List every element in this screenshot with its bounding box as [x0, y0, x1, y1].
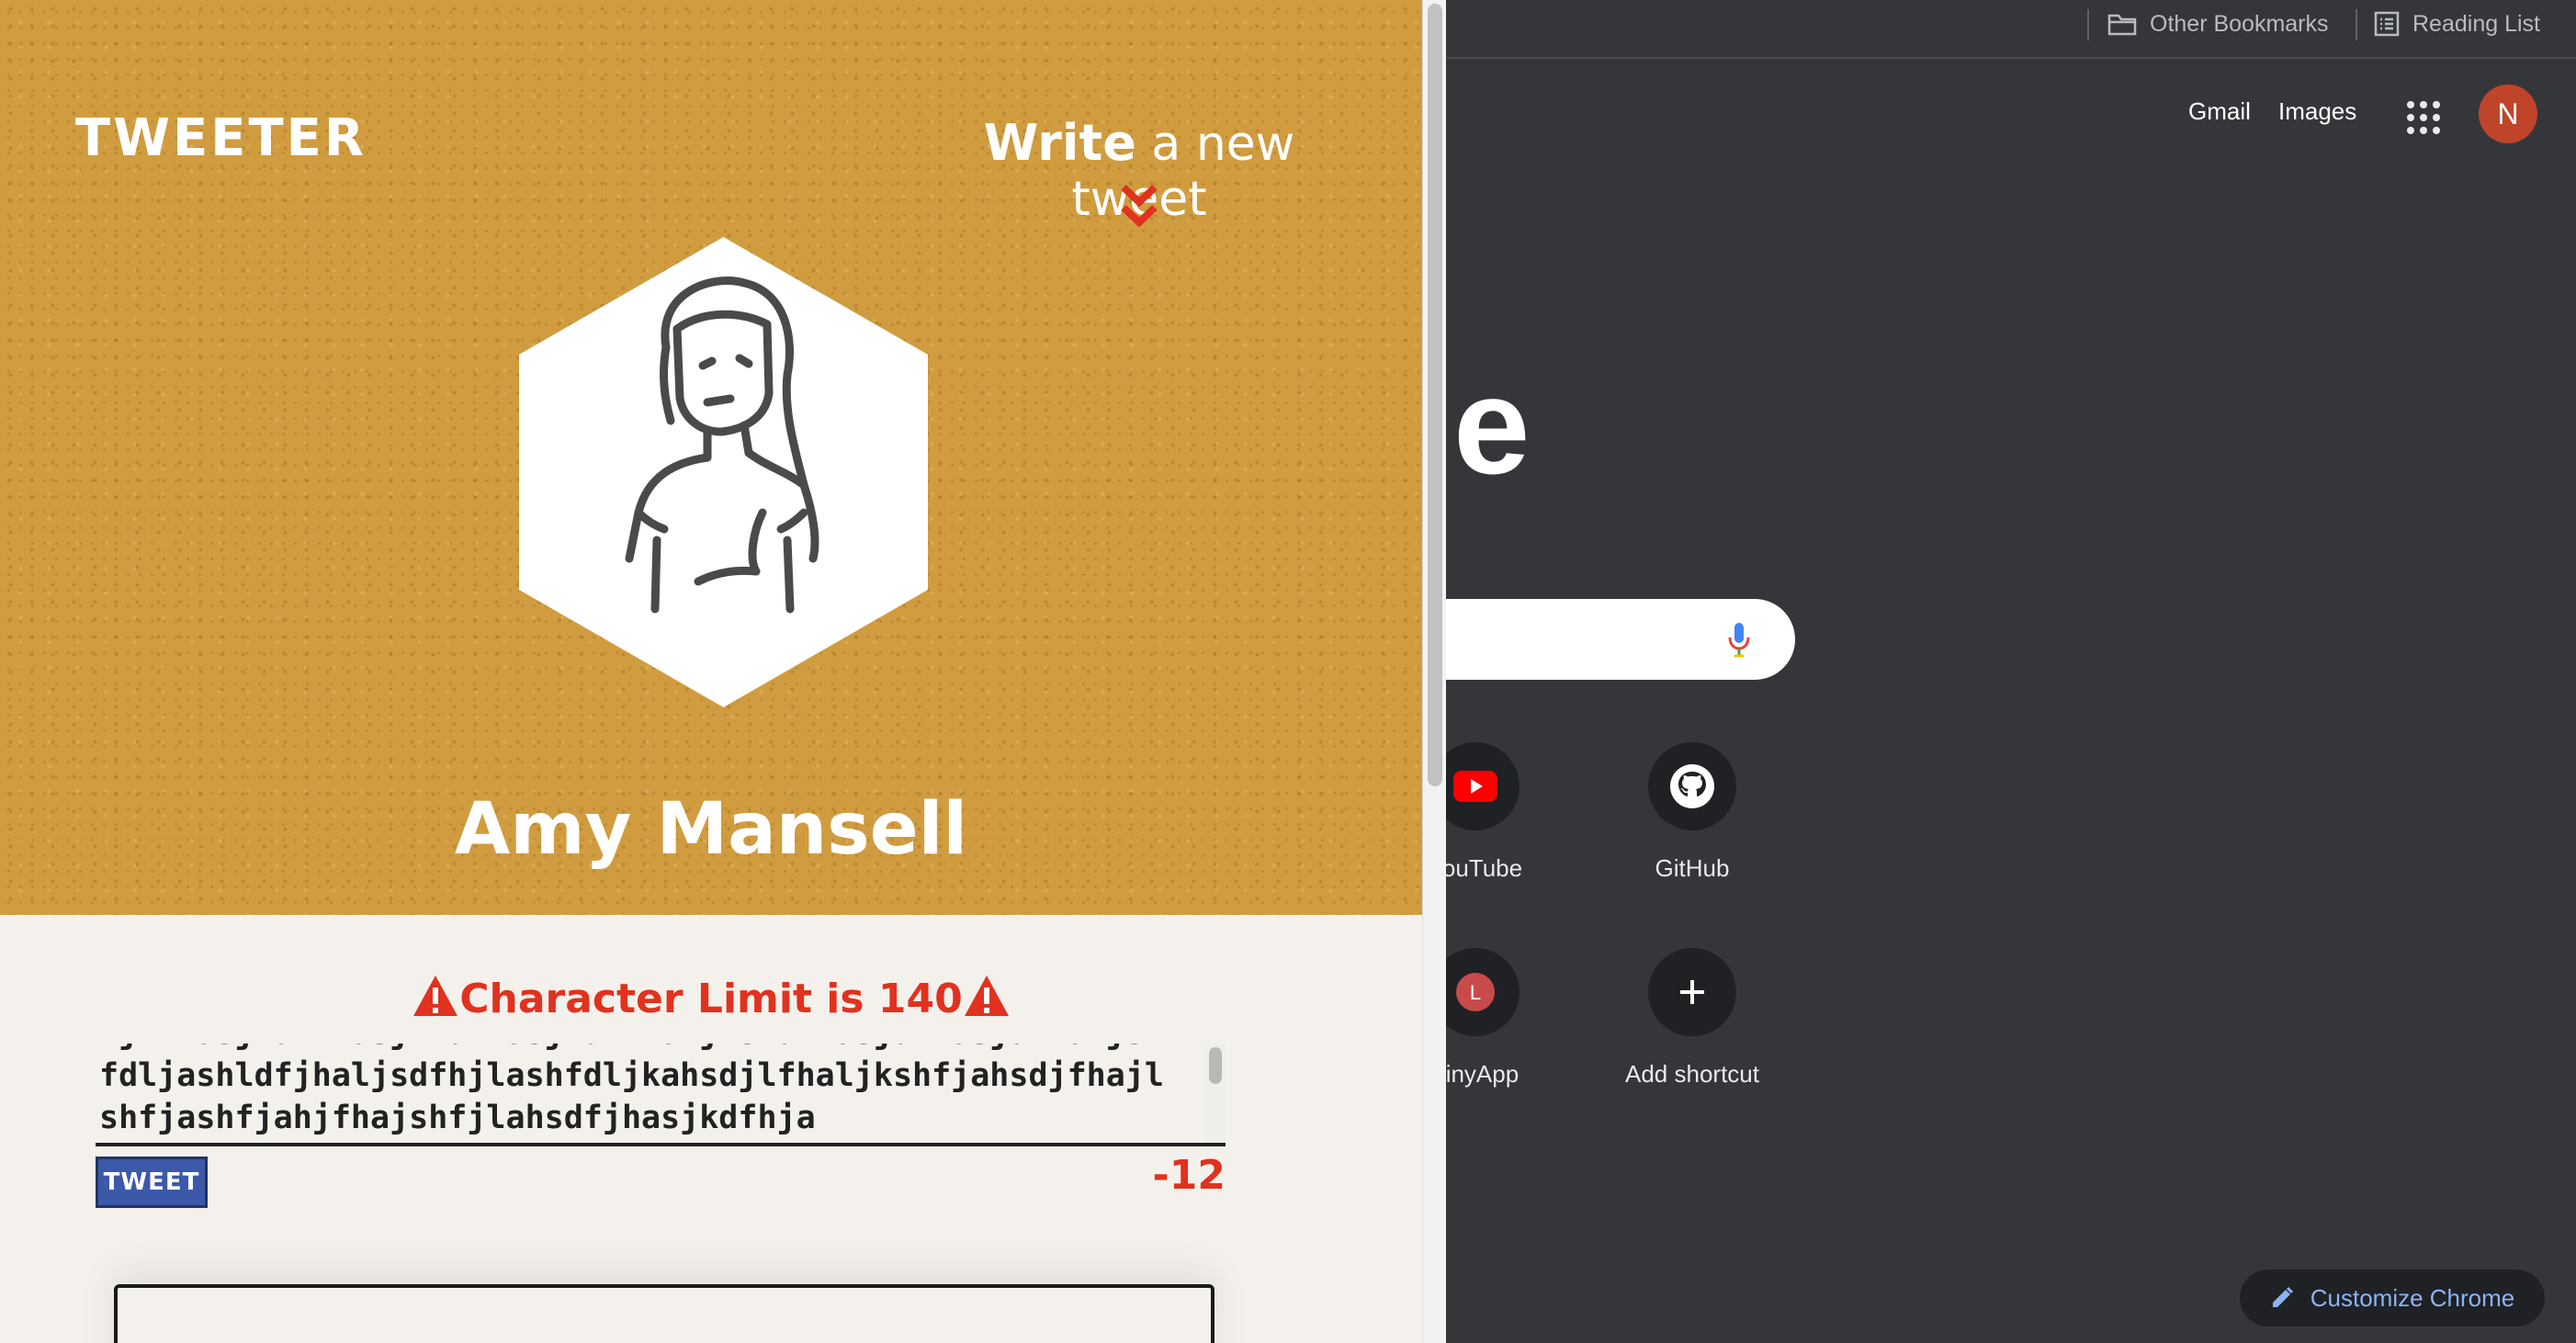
customize-chrome-label: Customize Chrome: [2310, 1283, 2515, 1312]
shortcut-title: YouTube: [1446, 854, 1523, 882]
account-avatar[interactable]: N: [2479, 85, 2537, 143]
user-name: Amy Mansell: [454, 788, 968, 871]
bookmark-separator: [2356, 9, 2357, 40]
shortcut-github[interactable]: GitHub: [1591, 742, 1793, 926]
tweet-textarea[interactable]: ljkfhasjkdlfhasjkldfhasjkdlfhaljkshdfhas…: [96, 1044, 1226, 1146]
google-apps-icon[interactable]: [2405, 99, 2442, 136]
shortcut-title: TinyApp: [1446, 1060, 1520, 1088]
tinyapp-initial: L: [1470, 981, 1481, 1004]
character-limit-text: Character Limit is 140: [459, 976, 963, 1022]
images-link[interactable]: Images: [2278, 97, 2356, 126]
github-icon: [1670, 764, 1714, 808]
tweet-card: [114, 1284, 1215, 1343]
bookmark-separator: [2087, 9, 2089, 40]
bookmark-other-bookmarks[interactable]: Other Bookmarks: [2107, 6, 2329, 42]
google-search-box[interactable]: [1446, 599, 1795, 680]
shortcut-tinyapp[interactable]: L TinyApp: [1446, 948, 1576, 1132]
microphone-icon[interactable]: [1727, 621, 1751, 658]
bookmark-label: Other Bookmarks: [2150, 10, 2329, 37]
warning-icon: [413, 976, 458, 1016]
google-logo: e: [1453, 348, 1531, 502]
bookmark-reading-list[interactable]: Reading List: [2374, 6, 2540, 42]
tinyapp-icon: L: [1456, 973, 1495, 1011]
profile-header: TWEETER Write a new tweet Amy Mansell: [0, 0, 1422, 915]
chrome-new-tab: Other Bookmarks Reading List Gmail Image…: [1446, 0, 2576, 1343]
youtube-icon: [1453, 771, 1497, 802]
warning-icon: [964, 976, 1009, 1016]
plus-icon: [1680, 980, 1704, 1004]
folder-icon: [2107, 14, 2137, 36]
shortcut-title: GitHub: [1655, 854, 1730, 882]
app-logo[interactable]: TWEETER: [75, 108, 367, 168]
window-scrollbar-thumb[interactable]: [1428, 4, 1442, 786]
shortcut-tile: [1648, 948, 1736, 1036]
textarea-scrollbar-thumb[interactable]: [1209, 1047, 1222, 1084]
tweet-text-content[interactable]: ljkfhasjkdlfhasjkldfhasjkdlfhaljkshdfhas…: [99, 1044, 1183, 1139]
tweet-button[interactable]: TWEET: [96, 1157, 208, 1208]
character-limit-warning: Character Limit is 140: [0, 974, 1422, 1022]
google-top-links: Gmail Images N: [1446, 85, 2576, 145]
shortcut-tile: [1446, 742, 1520, 830]
compose-label-strong: Write: [983, 114, 1136, 172]
shortcut-tile: L: [1446, 948, 1520, 1036]
user-avatar-icon: [519, 237, 928, 707]
bookmarks-bar: Other Bookmarks Reading List: [1446, 0, 2576, 59]
shortcut-youtube[interactable]: YouTube: [1446, 742, 1576, 926]
shortcut-tile: [1648, 742, 1736, 830]
tweeter-app-window: TWEETER Write a new tweet Amy Mansell Ch…: [0, 0, 1422, 1343]
bookmark-label: Reading List: [2412, 10, 2540, 37]
write-new-tweet-toggle[interactable]: Write a new tweet: [932, 114, 1346, 233]
shortcut-title: Add shortcut: [1625, 1060, 1759, 1088]
customize-chrome-button[interactable]: Customize Chrome: [2240, 1270, 2545, 1326]
character-counter: -12: [1152, 1152, 1226, 1199]
chevron-down-icon[interactable]: [1118, 182, 1160, 231]
gmail-link[interactable]: Gmail: [2188, 97, 2251, 126]
reading-list-icon: [2374, 11, 2400, 37]
pencil-icon: [2272, 1286, 2293, 1307]
shortcut-add[interactable]: Add shortcut: [1591, 948, 1793, 1132]
